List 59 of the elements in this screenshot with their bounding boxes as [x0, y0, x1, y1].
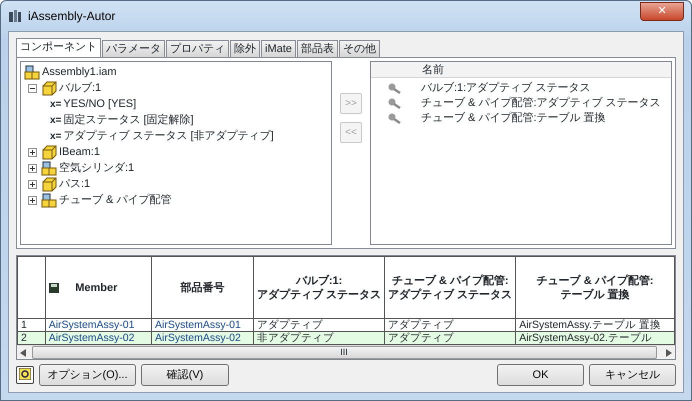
key-icon [388, 82, 401, 94]
table-cell: アダプティブ [384, 332, 516, 344]
dialog-button[interactable]: オプション(O)... [39, 364, 136, 386]
save-icon [48, 282, 59, 292]
assembly-icon [24, 64, 40, 80]
part-icon [41, 80, 57, 96]
scroll-left-icon[interactable] [20, 348, 26, 356]
expand-icon[interactable] [28, 148, 37, 156]
app-icon [8, 9, 22, 23]
list-item[interactable]: チューブ & パイプ配管:テーブル 置換 [421, 110, 606, 126]
key-icon [388, 112, 401, 124]
parameter-icon: x= [50, 96, 62, 112]
scroll-right-icon[interactable] [666, 348, 672, 356]
column-header[interactable]: チューブ & パイプ配管: アダプティブ ステータス [384, 256, 516, 318]
column-header[interactable]: チューブ & パイプ配管: テーブル 置換 [516, 256, 674, 318]
list-item[interactable]: チューブ & パイプ配管:アダプティブ ステータス [421, 95, 661, 112]
tree-item[interactable]: 空気シリンダ:1 [59, 160, 134, 176]
dialog-button[interactable]: 確認(V) [141, 364, 229, 386]
key-icon [388, 98, 401, 109]
tab[interactable]: パラメータ [102, 40, 165, 57]
parameter-icon: x= [50, 128, 62, 144]
assembly-icon [41, 192, 57, 208]
tree-item[interactable]: IBeam:1 [59, 144, 100, 160]
tree-item[interactable]: バルブ:1 [59, 80, 102, 96]
column-header[interactable]: 部品番号 [152, 256, 254, 318]
table-cell: AirSystemAssy-02.テーブル [516, 332, 674, 344]
assembly-icon [41, 160, 57, 176]
tab[interactable]: iMate [261, 40, 296, 57]
parameter-icon: x= [50, 112, 62, 128]
tree-item[interactable]: Assembly1.iam [42, 64, 117, 80]
expand-icon[interactable] [28, 196, 37, 204]
tab[interactable]: 部品表 [296, 40, 338, 57]
column-header[interactable]: バルブ:1: アダプティブ ステータス [254, 256, 385, 318]
table-cell: 非アダプティブ [254, 332, 385, 344]
part-icon [41, 176, 57, 192]
column-header[interactable]: Member [75, 280, 118, 294]
expand-icon[interactable] [28, 180, 37, 188]
tab[interactable]: 除外 [230, 40, 260, 57]
tree-item[interactable]: パス:1 [59, 176, 90, 192]
window-title: iAssembly-Autor [28, 8, 116, 25]
expand-icon[interactable] [28, 164, 37, 172]
parameter-label[interactable]: アダプティブ ステータス [非アダプティブ] [63, 128, 274, 144]
part-icon [41, 144, 57, 160]
tab[interactable]: その他 [338, 40, 380, 57]
dialog-button[interactable]: OK [497, 364, 584, 386]
help-button[interactable] [16, 366, 34, 384]
row-number[interactable]: 2 [18, 332, 46, 344]
help-icon [19, 368, 31, 380]
tab[interactable]: プロパティ [166, 40, 229, 57]
tree-item[interactable]: チューブ & パイプ配管 [59, 192, 172, 208]
tab[interactable]: コンポーネント [16, 38, 101, 57]
table-cell: AirSystemAssy-02 [45, 332, 152, 344]
collapse-icon[interactable] [28, 84, 37, 92]
column-header[interactable]: 名前 [371, 62, 671, 78]
list-item[interactable]: バルブ:1:アダプティブ ステータス [421, 80, 590, 96]
parameter-label[interactable]: 固定ステータス [固定解除] [63, 112, 194, 128]
parameter-label[interactable]: YES/NO [YES] [63, 96, 136, 112]
table-cell: AirSystemAssy-02 [152, 332, 254, 344]
dialog-button[interactable]: キャンセル [589, 364, 676, 386]
